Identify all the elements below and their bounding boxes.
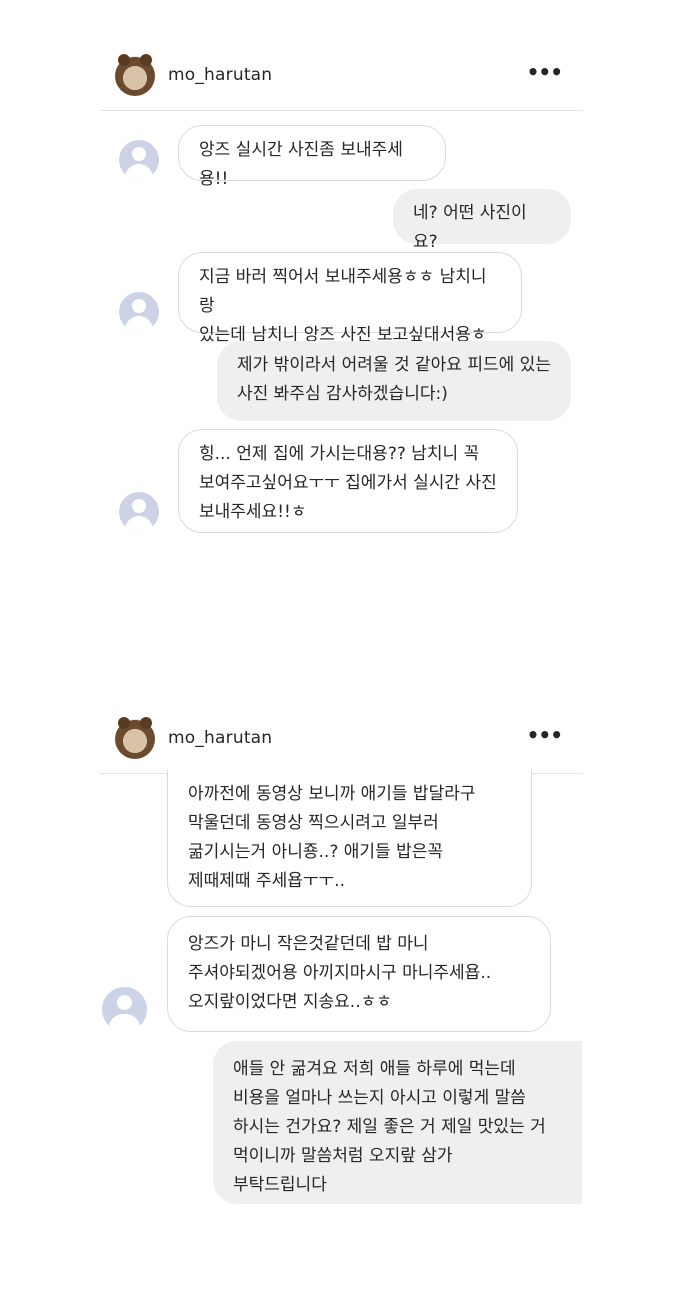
profile-photo-icon[interactable] xyxy=(115,717,155,759)
message-bubble-received[interactable]: 힝... 언제 집에 가시는대용?? 남치니 꼭 보여주고싶어요ㅜㅜ 집에가서 … xyxy=(178,429,518,533)
message-bubble-received[interactable]: 앙즈 실시간 사진좀 보내주세용!! xyxy=(178,125,446,189)
more-options-icon[interactable]: ••• xyxy=(527,725,563,745)
sender-avatar-icon[interactable] xyxy=(119,292,159,332)
username[interactable]: mo_harutan xyxy=(168,728,272,748)
chat-header: mo_harutan ••• xyxy=(100,703,582,774)
message-bubble-received[interactable]: 앙즈가 마니 작은것같던데 밥 마니 주셔야되겠어용 아끼지마시구 마니주세욥.… xyxy=(167,916,551,1032)
sender-avatar-icon[interactable] xyxy=(102,987,147,1032)
profile-photo-icon[interactable] xyxy=(115,54,155,96)
message-bubble-sent[interactable]: 제가 밖이라서 어려울 것 같아요 피드에 있는 사진 봐주심 감사하겠습니다:… xyxy=(217,341,571,421)
more-options-icon[interactable]: ••• xyxy=(527,62,563,82)
chat-header: mo_harutan ••• xyxy=(100,40,582,111)
message-bubble-sent[interactable]: 애들 안 굶겨요 저희 애들 하루에 먹는데 비용을 얼마나 쓰는지 아시고 이… xyxy=(213,1041,582,1204)
message-bubble-received[interactable]: 지금 바러 찍어서 보내주세용ㅎㅎ 남치니랑 있는데 남치니 앙즈 사진 보고싶… xyxy=(178,252,522,345)
username[interactable]: mo_harutan xyxy=(168,65,272,85)
sender-avatar-icon[interactable] xyxy=(119,140,159,180)
message-bubble-received[interactable]: 아까전에 동영상 보니까 애기들 밥달라구 막울던데 동영상 찍으시려고 일부러… xyxy=(167,770,532,907)
sender-avatar-icon[interactable] xyxy=(119,492,159,532)
message-bubble-sent[interactable]: 네? 어떤 사진이요? xyxy=(393,189,571,252)
